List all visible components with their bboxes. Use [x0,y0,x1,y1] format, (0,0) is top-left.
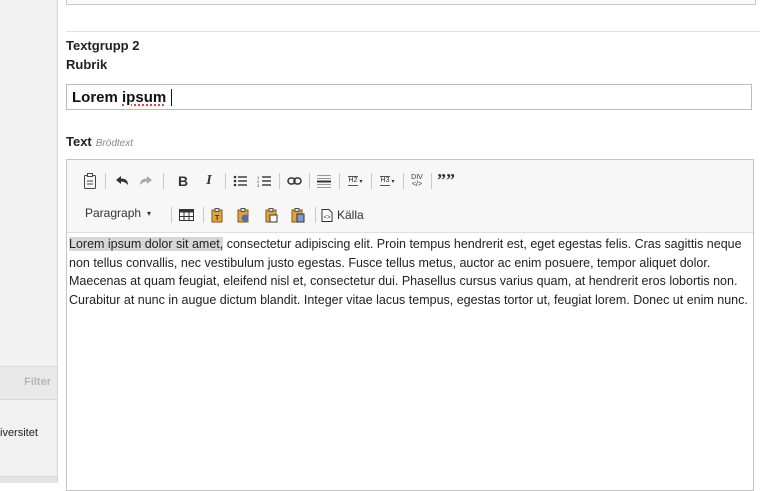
numbered-list-icon[interactable]: 123 [255,171,273,191]
undo-icon[interactable] [113,171,131,191]
table-icon[interactable] [177,205,195,225]
left-sidebar: Filter iversitet [0,0,58,483]
paste-word-icon[interactable] [235,205,253,225]
filter-label: Filter [24,376,51,388]
paragraph-format-select[interactable]: Paragraph ▾ [85,206,151,220]
paste-image-icon[interactable] [263,205,281,225]
toolbar-separator [203,207,204,223]
sidebar-item[interactable]: iversitet [0,427,38,439]
blockquote-button[interactable]: ”” [437,170,455,190]
text-caret [171,89,172,106]
svg-text:3: 3 [257,183,260,187]
selected-text: Lorem ipsum dolor sit amet, [69,237,224,251]
link-icon[interactable] [285,171,303,191]
toolbar-separator [279,173,280,189]
toolbar-separator [431,173,432,189]
paste-icon[interactable] [81,171,99,191]
toolbar-separator [371,173,372,189]
source-label: Källa [337,208,364,222]
toolbar-separator [339,173,340,189]
toolbar-separator [225,173,226,189]
editor-paragraph: Lorem ipsum dolor sit amet, consectetur … [69,237,748,307]
text-hint: Brödtext [95,138,134,149]
redo-icon[interactable] [137,171,155,191]
svg-text:<>: <> [324,215,332,221]
heading-3-button[interactable]: H3 ▾ [375,171,399,191]
misspelled-word: ipsum [122,89,167,106]
paste-document-icon[interactable] [289,205,307,225]
toolbar-separator [171,207,172,223]
toolbar-separator [403,173,404,189]
rich-text-editor: B I 123 H2 ▾ H3 ▾ DIV </> ”” Paragraph ▾… [66,159,754,491]
source-icon: <> [321,208,333,222]
rubrik-value: Lorem ipsum [72,89,167,106]
group-title: Textgrupp 2 [66,38,140,53]
bold-button[interactable]: B [175,171,191,191]
toolbar-separator [105,173,106,189]
section-divider [66,31,760,32]
paste-text-icon[interactable]: T [209,205,227,225]
paragraph-format-value: Paragraph [85,206,142,220]
toolbar-separator [163,173,164,189]
chevron-down-icon: ▾ [147,208,152,218]
toolbar-separator [315,207,316,223]
editor-content[interactable]: Lorem ipsum dolor sit amet, consectetur … [67,235,753,309]
toolbar-separator [309,173,310,189]
sidebar-footer [0,476,57,483]
previous-field[interactable] [66,0,756,5]
source-button[interactable]: <> Källa [321,205,371,225]
heading-2-button[interactable]: H2 ▾ [343,171,367,191]
filter-bar[interactable]: Filter [0,366,57,400]
div-container-button[interactable]: DIV </> [409,171,425,191]
italic-button[interactable]: I [201,171,217,191]
svg-text:T: T [215,215,220,222]
bulleted-list-icon[interactable] [231,171,249,191]
rubrik-label: Rubrik [66,57,108,72]
horizontal-rule-icon[interactable] [315,171,333,191]
rubrik-input[interactable]: Lorem ipsum [66,84,752,110]
editor-toolbar: B I 123 H2 ▾ H3 ▾ DIV </> ”” Paragraph ▾… [67,160,753,233]
text-label: Text Brödtext [66,134,134,149]
